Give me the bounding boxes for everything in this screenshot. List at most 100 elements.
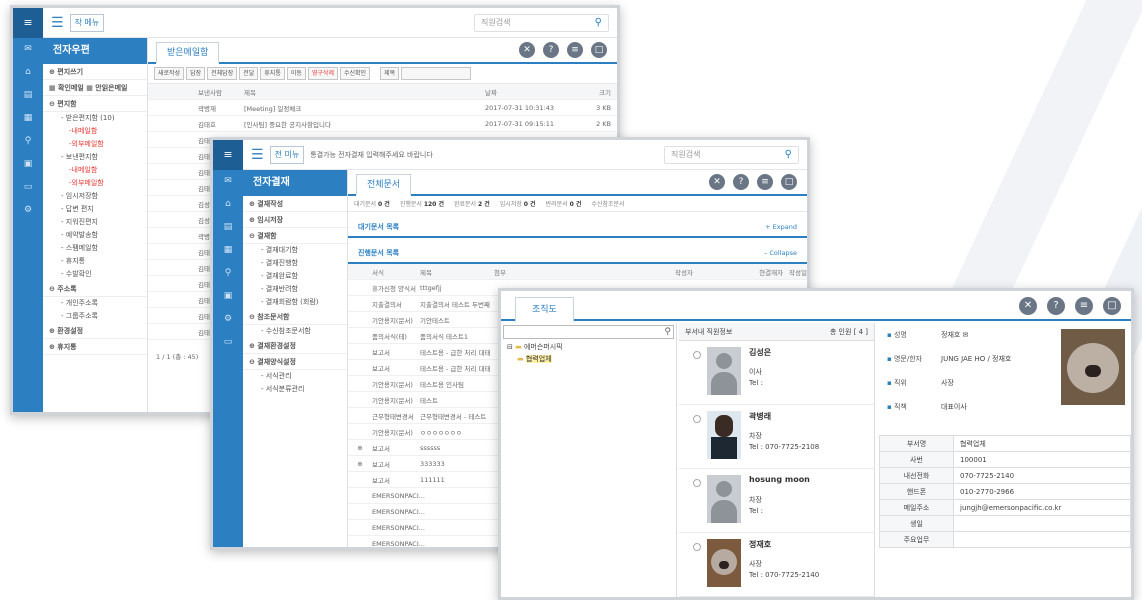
member-radio[interactable] (693, 543, 701, 551)
search-icon[interactable]: ⚲ (595, 15, 602, 31)
search-icon[interactable]: ⚲ (785, 147, 792, 163)
employee-search[interactable]: 직원검색 ⚲ (474, 13, 609, 32)
menu-icon[interactable]: ≡ (1075, 297, 1093, 315)
help-icon[interactable]: ? (1047, 297, 1065, 315)
nav-item[interactable]: - 수발확인 (43, 268, 147, 281)
nav-item[interactable]: - 결재반려함 (243, 283, 347, 296)
toolbar-button[interactable]: 전달 (239, 67, 259, 80)
nav-item[interactable]: - 결재진행함 (243, 257, 347, 270)
close-icon[interactable]: ✕ (1019, 297, 1037, 315)
toolbar-button[interactable]: 이동 (286, 67, 306, 80)
nav-item[interactable]: -외부메일함 (43, 138, 147, 151)
tree-search-input[interactable]: ⚲ (503, 325, 674, 339)
nav-item[interactable]: - 임시저장함 (43, 190, 147, 203)
summary-item[interactable]: 완료문서 2 건 (454, 199, 490, 208)
search-icon[interactable]: ⚲ (13, 130, 43, 153)
folder-icon[interactable]: ▭ (213, 331, 243, 354)
summary-item[interactable]: 진행문서 120 건 (400, 199, 444, 208)
help-icon[interactable]: ? (543, 42, 559, 58)
table-row[interactable]: 곽병재 [Meeting] 일정체크 2017-07-31 10:31:43 3 KB (148, 100, 617, 116)
tab-inbox[interactable]: 받은메일함 (156, 42, 220, 64)
board-icon[interactable]: ▤ (213, 216, 243, 239)
nav-item[interactable]: - 수신참조문서함 (243, 325, 347, 338)
nav-item[interactable]: ⊖ 참조문서함 (243, 309, 347, 325)
member-card[interactable]: 곽병래 차장 Tel : 070-7725-2108 (679, 405, 874, 469)
menu-icon[interactable]: ☰ (251, 147, 264, 163)
summary-item[interactable]: 수신참조문서 (591, 199, 624, 208)
employee-search[interactable]: 직원검색 ⚲ (664, 145, 799, 164)
member-card[interactable]: 정재호 사장 Tel : 070-7725-2140 (679, 533, 874, 597)
nav-item[interactable]: - 답변 편지 (43, 203, 147, 216)
logo-icon[interactable]: ≡ (213, 140, 243, 170)
toolbar-button[interactable]: 영구삭제 (307, 67, 338, 80)
nav-item[interactable]: - 결재회람함 (회람) (243, 296, 347, 309)
progress-section[interactable]: 진행문서 목록 – Collapse (348, 244, 807, 264)
menu-icon[interactable]: ≡ (757, 174, 773, 190)
expand-link[interactable]: + Expand (765, 223, 797, 231)
search-icon[interactable]: ⚲ (664, 327, 671, 337)
menu-toggle[interactable]: 전 미뉴 (269, 145, 305, 164)
nav-item[interactable]: - 지워진편지 (43, 216, 147, 229)
menu-icon[interactable]: ☰ (51, 15, 64, 31)
member-radio[interactable] (693, 351, 701, 359)
nav-item[interactable]: ⊖ 편지함 (43, 96, 147, 112)
nav-item[interactable]: - 스팸메일함 (43, 242, 147, 255)
close-icon[interactable]: ✕ (709, 174, 725, 190)
expand-toggle[interactable]: ⊟ (507, 343, 515, 351)
nav-item[interactable]: - 개인주소록 (43, 297, 147, 310)
nav-item[interactable]: - 받은편지함 (10) (43, 112, 147, 125)
nav-item[interactable]: ⊕ 휴지통 (43, 339, 147, 355)
summary-item[interactable]: 임시저장 0 건 (500, 199, 536, 208)
maximize-icon[interactable]: □ (1103, 297, 1121, 315)
nav-item[interactable]: - 휴지통 (43, 255, 147, 268)
menu-toggle[interactable]: 작 메뉴 (69, 13, 105, 32)
summary-item[interactable]: 반려문서 0 건 (546, 199, 582, 208)
tab-all-documents[interactable]: 전체문서 (356, 174, 412, 196)
nav-item[interactable]: - 보낸편지함 (43, 151, 147, 164)
nav-item[interactable]: ⊕ 편지쓰기 (43, 64, 147, 80)
nav-item[interactable]: -내메일함 (43, 125, 147, 138)
mail-icon[interactable]: ✉ (13, 38, 43, 61)
maximize-icon[interactable]: □ (591, 42, 607, 58)
settings-icon[interactable]: ⚙ (213, 308, 243, 331)
home-icon[interactable]: ⌂ (13, 61, 43, 84)
calendar-icon[interactable]: ▦ (213, 239, 243, 262)
toolbar-button[interactable]: 휴지통 (260, 67, 285, 80)
toolbar-button[interactable]: 수신확인 (339, 67, 371, 80)
home-icon[interactable]: ⌂ (213, 193, 243, 216)
nav-item[interactable]: - 예약발송함 (43, 229, 147, 242)
member-card[interactable]: 김성은 이사 Tel : (679, 341, 874, 405)
filter-input[interactable] (401, 67, 472, 80)
toolbar-button[interactable]: 답장 (186, 67, 206, 80)
logo-icon[interactable]: ≡ (13, 8, 43, 38)
nav-item[interactable]: ⊕ 환경설정 (43, 323, 147, 339)
nav-item[interactable]: -내메일함 (43, 164, 147, 177)
tree-node[interactable]: ⊟ ▬ 에머슨퍼시픽 (501, 341, 676, 353)
settings-icon[interactable]: ⚙ (13, 199, 43, 222)
nav-item[interactable]: ⊕ 결재환경설정 (243, 338, 347, 354)
toolbar-button[interactable]: 새로작성 (154, 67, 185, 80)
nav-item[interactable]: ⊖ 주소록 (43, 281, 147, 297)
nav-item[interactable]: ⊕ 임시저장 (243, 212, 347, 228)
member-radio[interactable] (693, 479, 701, 487)
nav-item[interactable]: ⊖ 결재양식설정 (243, 354, 347, 370)
document-icon[interactable]: ▣ (213, 285, 243, 308)
tree-node[interactable]: ▬ 협력업체 (501, 353, 676, 365)
member-card[interactable]: hosung moon 차장 Tel : (679, 469, 874, 533)
nav-item[interactable]: ⊕ 결재작성 (243, 196, 347, 212)
document-icon[interactable]: ▣ (13, 153, 43, 176)
nav-item[interactable]: ▦ 확인메일 ▦ 안읽은메일 (43, 80, 147, 96)
summary-item[interactable]: 대기문서 0 건 (354, 199, 390, 208)
folder-icon[interactable]: ▭ (13, 176, 43, 199)
filter-select[interactable]: 제목 (380, 67, 400, 80)
close-icon[interactable]: ✕ (519, 42, 535, 58)
tab-org-chart[interactable]: 조직도 (515, 297, 574, 323)
table-row[interactable]: 김태호 [인사팀] 중요한 공지사항입니다 2017-07-31 09:15:11 2… (148, 116, 617, 132)
nav-item[interactable]: - 결재완료함 (243, 270, 347, 283)
help-icon[interactable]: ? (733, 174, 749, 190)
nav-item[interactable]: ⊖ 결재함 (243, 228, 347, 244)
waiting-section[interactable]: 대기문서 목록 + Expand (348, 218, 807, 238)
member-radio[interactable] (693, 415, 701, 423)
nav-item[interactable]: -외부메일함 (43, 177, 147, 190)
toolbar-button[interactable]: 전체답장 (207, 67, 238, 80)
